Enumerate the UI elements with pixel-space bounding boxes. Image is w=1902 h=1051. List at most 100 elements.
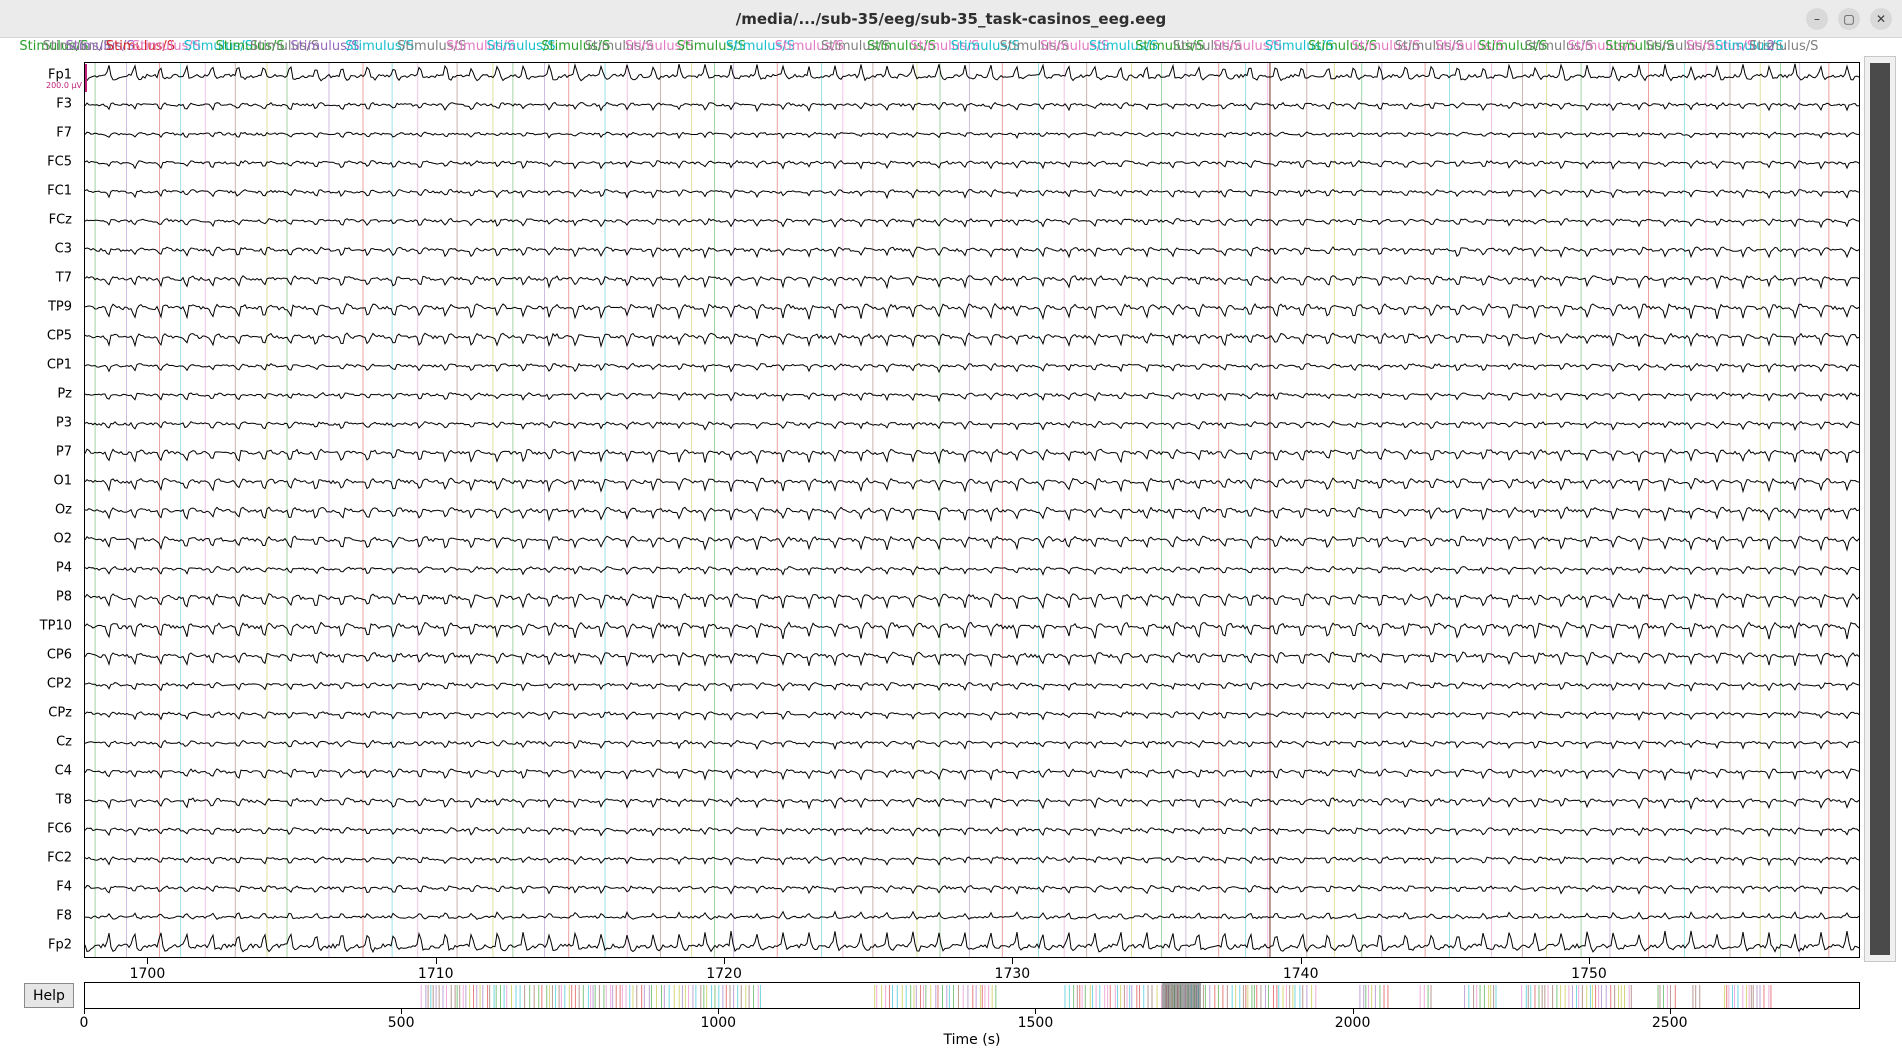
annotation-label-strip[interactable]: Stimulus/S Stimulus/S Stimulus/S Stimulus/S… — [0, 38, 1902, 60]
channel-label[interactable]: CP2 — [47, 677, 72, 692]
eeg-trace-cp1[interactable] — [85, 362, 1860, 374]
channel-label[interactable]: CPz — [48, 706, 72, 721]
eeg-trace-t8[interactable] — [85, 797, 1860, 811]
channel-label[interactable]: TP9 — [48, 300, 72, 315]
channel-label[interactable]: CP5 — [47, 329, 72, 344]
overview-axis-tick-label: 1500 — [1017, 1015, 1054, 1031]
overview-axis-tick — [1352, 1009, 1354, 1014]
eeg-trace-tp10[interactable] — [85, 621, 1860, 640]
eeg-trace-p4[interactable] — [85, 565, 1860, 577]
channel-label[interactable]: P3 — [56, 416, 72, 431]
channel-label[interactable]: C3 — [55, 242, 72, 257]
channel-label[interactable]: P8 — [56, 590, 72, 605]
overview-viewport[interactable] — [1161, 983, 1201, 1009]
eeg-trace-fcz[interactable] — [85, 217, 1860, 229]
overview-axis: 0 500 1000 1500 2000 2500 — [80, 1009, 1860, 1031]
eeg-trace-tp9[interactable] — [85, 302, 1860, 321]
time-axis-tick — [435, 958, 437, 964]
eeg-trace-c4[interactable] — [85, 768, 1860, 782]
overview-axis-tick — [718, 1009, 720, 1014]
channel-label[interactable]: FC6 — [47, 822, 72, 837]
channel-label[interactable]: F4 — [56, 880, 72, 895]
overview-axis-tick-label: 500 — [387, 1015, 415, 1031]
eeg-trace-fp2[interactable] — [85, 930, 1860, 954]
channel-label[interactable]: F7 — [56, 126, 72, 141]
eeg-trace-fc1[interactable] — [85, 188, 1860, 200]
eeg-trace-p3[interactable] — [85, 420, 1860, 431]
eeg-trace-cz[interactable] — [85, 739, 1860, 751]
eeg-trace-fp1[interactable] — [85, 63, 1860, 82]
channel-label[interactable]: FCz — [49, 213, 72, 228]
channel-label[interactable]: F8 — [56, 909, 72, 924]
eeg-trace-cp6[interactable] — [85, 651, 1860, 668]
time-axis-tick — [724, 958, 726, 964]
time-axis-tick-label: 1730 — [994, 966, 1031, 982]
eeg-trace-f3[interactable] — [85, 101, 1860, 113]
vertical-scrollbar-thumb[interactable] — [1870, 63, 1890, 955]
channel-label[interactable]: O2 — [53, 532, 72, 547]
eeg-trace-t7[interactable] — [85, 274, 1860, 290]
channel-label[interactable]: T7 — [56, 271, 72, 286]
channel-label[interactable]: Fp2 — [48, 938, 72, 953]
eeg-trace-p7[interactable] — [85, 448, 1860, 465]
x-axis-label: Time (s) — [943, 1032, 1001, 1048]
overview-axis-tick-label: 1000 — [700, 1015, 737, 1031]
channel-label[interactable]: TP10 — [40, 619, 72, 634]
scale-bar-label: 200.0 µV — [46, 81, 83, 90]
time-axis-tick-label: 1700 — [129, 966, 166, 982]
channel-label[interactable]: C4 — [55, 764, 72, 779]
eeg-trace-p8[interactable] — [85, 592, 1860, 611]
annotation-label[interactable]: Stimulus/S — [1749, 38, 1818, 56]
window-title: /media/.../sub-35/eeg/sub-35_task-casino… — [735, 9, 1167, 28]
overview-axis-tick-label: 2000 — [1334, 1015, 1371, 1031]
title-bar: /media/.../sub-35/eeg/sub-35_task-casino… — [0, 0, 1902, 38]
help-button[interactable]: Help — [24, 983, 74, 1008]
channel-label[interactable]: F3 — [56, 97, 72, 112]
overview-axis-tick — [401, 1009, 403, 1014]
time-axis-tick — [1588, 958, 1590, 964]
channel-label[interactable]: Pz — [57, 387, 72, 402]
channel-label[interactable]: FC2 — [47, 851, 72, 866]
overview-axis-tick-label: 0 — [79, 1015, 89, 1031]
channel-label[interactable]: CP1 — [47, 358, 72, 373]
eeg-trace-o2[interactable] — [85, 535, 1860, 552]
eeg-trace-cp5[interactable] — [85, 332, 1860, 349]
eeg-trace-fc6[interactable] — [85, 826, 1860, 838]
eeg-trace-plot[interactable] — [84, 62, 1860, 958]
channel-name-list: Fp1 F3 F7 FC5 FC1 FCz C3 T7 TP9 CP5 CP1 Pz P3 P7 O1 Oz O… — [0, 62, 82, 958]
overview-axis-tick — [1035, 1009, 1037, 1014]
channel-label[interactable]: Oz — [55, 503, 72, 518]
eeg-trace-f8[interactable] — [85, 910, 1860, 921]
channel-label[interactable]: T8 — [56, 793, 72, 808]
time-axis-tick-label: 1750 — [1571, 966, 1607, 982]
scale-bar — [85, 64, 87, 92]
time-axis-tick — [1300, 958, 1302, 964]
channel-label[interactable]: P4 — [56, 561, 72, 576]
eeg-trace-fc2[interactable] — [85, 855, 1860, 867]
maximize-button[interactable]: ▢ — [1838, 8, 1860, 30]
channel-label[interactable]: FC1 — [47, 184, 72, 199]
overview-bar[interactable] — [84, 982, 1860, 1009]
eeg-traces-svg[interactable] — [85, 63, 1860, 958]
eeg-trace-o1[interactable] — [85, 477, 1860, 494]
channel-label[interactable]: Cz — [56, 735, 72, 750]
channel-label[interactable]: CP6 — [47, 648, 72, 663]
eeg-trace-f4[interactable] — [85, 884, 1860, 895]
eeg-trace-f7[interactable] — [85, 131, 1860, 140]
time-axis-tick-label: 1740 — [1282, 966, 1319, 982]
eeg-trace-oz[interactable] — [85, 506, 1860, 523]
time-axis-tick — [147, 958, 149, 964]
vertical-scrollbar[interactable] — [1864, 56, 1896, 962]
channel-label[interactable]: O1 — [53, 474, 72, 489]
minimize-button[interactable]: – — [1806, 8, 1828, 30]
eeg-trace-pz[interactable] — [85, 391, 1860, 403]
eeg-trace-fc5[interactable] — [85, 159, 1860, 170]
overview-svg[interactable] — [85, 983, 1860, 1009]
eeg-trace-cpz[interactable] — [85, 710, 1860, 721]
eeg-trace-c3[interactable] — [85, 246, 1860, 259]
annotation-label[interactable]: 2 — [1767, 38, 1775, 56]
eeg-trace-cp2[interactable] — [85, 681, 1860, 693]
channel-label[interactable]: FC5 — [47, 155, 72, 170]
close-button[interactable]: ✕ — [1870, 8, 1892, 30]
channel-label[interactable]: P7 — [56, 445, 72, 460]
